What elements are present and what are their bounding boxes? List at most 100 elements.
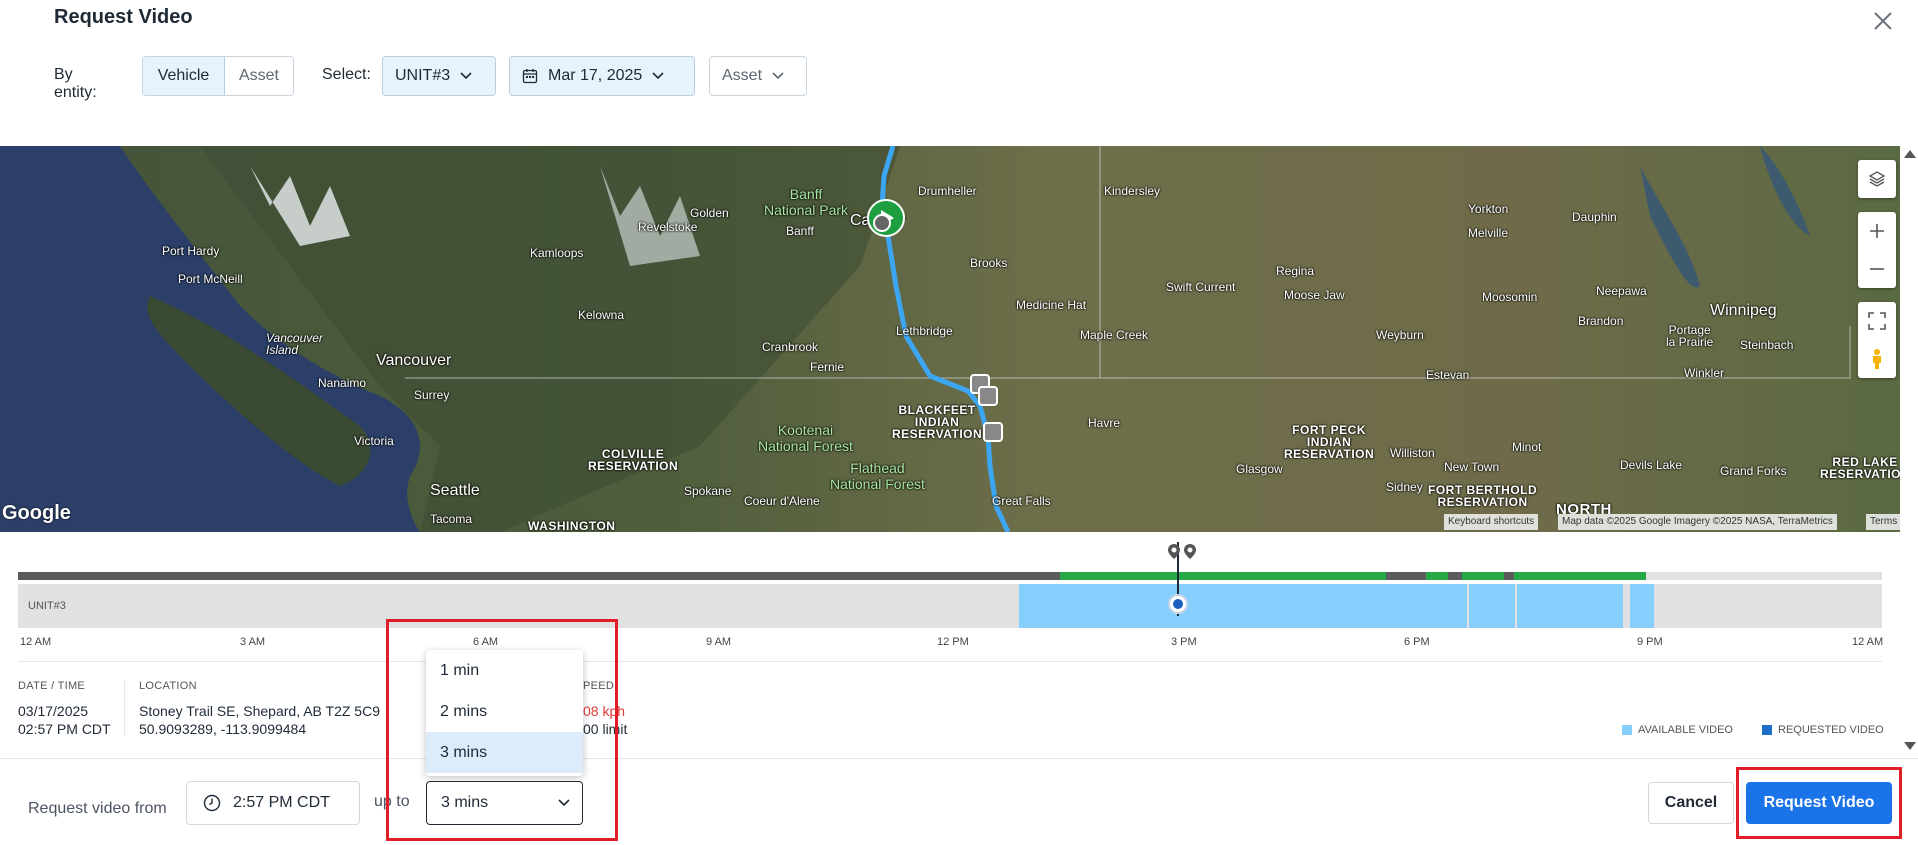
zoom-controls [1858, 212, 1896, 288]
map-label: Glasgow [1236, 462, 1283, 476]
map-label: Williston [1390, 446, 1435, 460]
street-view-button[interactable] [1858, 340, 1896, 378]
map-label: Fernie [810, 360, 845, 374]
date-dropdown[interactable]: Mar 17, 2025 [509, 56, 695, 96]
duration-menu: 1 min 2 mins 3 mins [426, 650, 583, 776]
map-label: Surrey [414, 388, 450, 402]
divider [124, 680, 125, 736]
up-to-label: up to [374, 793, 410, 810]
map-label: Tacoma [430, 512, 473, 526]
entity-option-asset[interactable]: Asset [225, 57, 293, 95]
chevron-down-icon [460, 72, 472, 80]
map-label: Drumheller [918, 184, 977, 198]
map-label: Kamloops [530, 246, 584, 260]
unit-value: UNIT#3 [395, 67, 451, 84]
divider [18, 661, 1882, 662]
map-label: Vancouver Island [266, 331, 323, 357]
map-label: Lethbridge [896, 324, 953, 338]
map-label: Havre [1088, 416, 1121, 430]
tick-label: 6 AM [473, 636, 499, 648]
scroll-down-arrow-icon[interactable] [1904, 742, 1916, 750]
legend-swatch [1762, 725, 1772, 735]
location-marker-icon[interactable] [873, 214, 891, 232]
tick-label: 3 AM [240, 636, 266, 648]
pin-icon[interactable] [1166, 542, 1200, 560]
timeline-driving-segment [1462, 572, 1504, 580]
map-label: Minot [1512, 440, 1542, 454]
unit-dropdown[interactable]: UNIT#3 [382, 56, 496, 96]
info-coords: 50.9093289, -113.9099484 [139, 721, 307, 737]
stop-marker-icon[interactable] [983, 422, 1003, 442]
timeline[interactable]: UNIT#3 [18, 542, 1882, 632]
duration-option-1-min[interactable]: 1 min [426, 650, 583, 691]
map-label: Winnipeg [1710, 302, 1777, 319]
close-icon[interactable] [1872, 10, 1894, 32]
chevron-down-icon [652, 72, 664, 80]
tick-label: 9 AM [706, 636, 732, 648]
map-label: Port Hardy [162, 244, 220, 258]
info-time: 02:57 PM CDT [18, 721, 111, 737]
terms-link[interactable]: Terms [1866, 514, 1900, 530]
map-label: Yorkton [1468, 202, 1509, 216]
scroll-up-arrow-icon[interactable] [1904, 150, 1916, 158]
duration-option-3-mins[interactable]: 3 mins [426, 732, 583, 773]
timeline-driving-segment [1426, 572, 1448, 580]
map-label: Banff National Park [764, 186, 849, 218]
zoom-out-button[interactable] [1858, 250, 1896, 288]
entity-option-vehicle[interactable]: Vehicle [143, 57, 225, 95]
stop-marker-icon[interactable] [978, 386, 998, 406]
dialog-title: Request Video [54, 6, 193, 28]
available-video-segment[interactable] [1517, 584, 1623, 628]
by-entity-label: By entity: [54, 66, 97, 101]
available-video-segment[interactable] [1019, 584, 1467, 628]
asset-dropdown[interactable]: Asset [709, 56, 807, 96]
map-label: Kelowna [578, 308, 625, 322]
timeline-stopped-segment [18, 572, 1060, 580]
map-label: Spokane [684, 484, 732, 498]
available-video-segment[interactable] [1630, 584, 1654, 628]
date-value: Mar 17, 2025 [548, 67, 643, 84]
map-label: Dauphin [1572, 210, 1617, 224]
select-label: Select: [322, 66, 371, 83]
asset-value: Asset [722, 67, 763, 84]
available-video-segment[interactable] [1469, 584, 1515, 628]
clock-icon [203, 794, 221, 812]
start-time-picker[interactable]: 2:57 PM CDT [186, 781, 360, 825]
request-video-button[interactable]: Request Video [1746, 782, 1892, 824]
map-label: WASHINGTON [528, 519, 616, 532]
cancel-button[interactable]: Cancel [1648, 782, 1734, 824]
map-label: Nanaimo [318, 376, 367, 390]
fullscreen-icon [1868, 312, 1886, 330]
map-label: Winkler [1684, 366, 1725, 380]
legend-swatch [1622, 725, 1632, 735]
request-from-label: Request video from [28, 800, 167, 817]
map-label: Revelstoke [638, 220, 698, 234]
zoom-in-button[interactable] [1858, 212, 1896, 250]
tick-label: 3 PM [1171, 636, 1197, 648]
location-header: LOCATION [139, 680, 197, 692]
legend-requested: REQUESTED VIDEO [1762, 724, 1884, 736]
map-label: Swift Current [1166, 280, 1236, 294]
map-label: Steinbach [1740, 338, 1794, 352]
duration-select[interactable]: 3 mins [426, 781, 583, 825]
tick-label: 9 PM [1637, 636, 1663, 648]
map-view[interactable]: Drumheller Kindersley Yorkton Dauphin Ba… [0, 146, 1900, 532]
fullscreen-button[interactable] [1858, 302, 1896, 340]
duration-option-2-mins[interactable]: 2 mins [426, 691, 583, 732]
minus-icon [1870, 268, 1884, 270]
timeline-empty-segment [1646, 572, 1882, 580]
map-label: Portage la Prairie [1666, 323, 1714, 349]
map-label: Kindersley [1104, 184, 1161, 198]
map-label: Grand Forks [1720, 464, 1787, 478]
map-label: Cranbrook [762, 340, 819, 354]
keyboard-shortcuts-link[interactable]: Keyboard shortcuts [1444, 514, 1539, 530]
calendar-icon [522, 69, 538, 84]
map-label: Brooks [970, 256, 1008, 270]
map-label: COLVILLE RESERVATION [588, 447, 679, 473]
pegman-icon [1873, 349, 1881, 369]
map-label: BLACKFEET INDIAN RESERVATION [892, 403, 983, 441]
timeline-knob[interactable] [1168, 594, 1188, 614]
map-label: Melville [1468, 226, 1509, 240]
layers-icon [1868, 171, 1886, 187]
map-layers-button[interactable] [1858, 160, 1896, 198]
